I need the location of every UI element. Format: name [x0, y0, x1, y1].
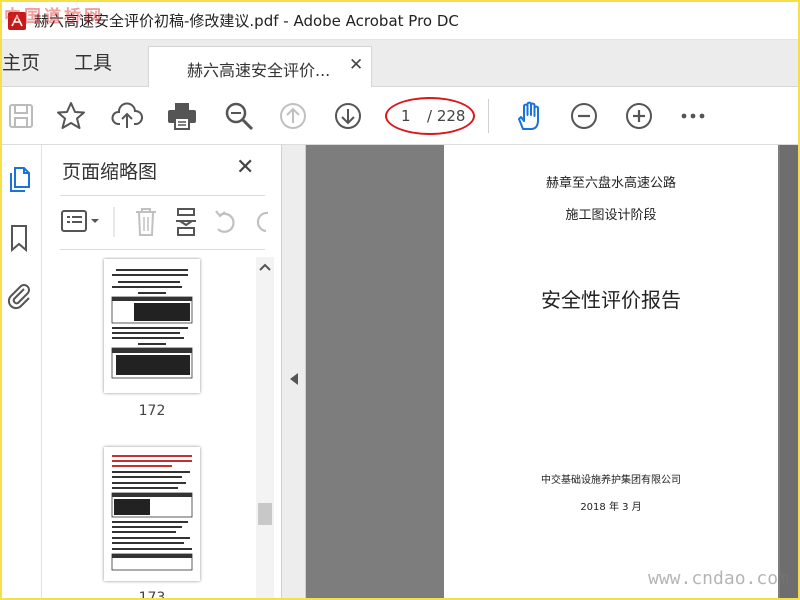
- app-window: 赫六高速安全评价初稿-修改建议.pdf - Adobe Acrobat Pro …: [2, 2, 798, 598]
- pdf-page: 赫章至六盘水高速公路 施工图设计阶段 安全性评价报告 中交基础设施养护集团有限公…: [444, 145, 778, 598]
- close-panel-icon[interactable]: ✕: [236, 155, 254, 180]
- zoom-search-icon[interactable]: [222, 99, 256, 133]
- zoom-in-icon[interactable]: [622, 99, 656, 133]
- panel-toolbar: [60, 203, 270, 241]
- panel-title: 页面缩略图: [62, 161, 158, 183]
- options-menu-icon[interactable]: [61, 210, 99, 232]
- page-number-input[interactable]: 1: [401, 107, 411, 125]
- page-thumbnails-icon[interactable]: [5, 165, 33, 195]
- watermark-bottom-right: www.cndao.com: [648, 568, 789, 589]
- zoom-out-icon[interactable]: [567, 99, 601, 133]
- tab-bar: 主页 工具 赫六高速安全评价... ✕: [2, 40, 798, 87]
- document-view[interactable]: 赫章至六盘水高速公路 施工图设计阶段 安全性评价报告 中交基础设施养护集团有限公…: [282, 145, 798, 598]
- tab-document[interactable]: 赫六高速安全评价... ✕: [148, 46, 372, 87]
- save-icon[interactable]: [4, 99, 38, 133]
- star-icon[interactable]: [54, 99, 88, 133]
- insert-page-icon[interactable]: [176, 208, 196, 236]
- collapse-arrow-icon[interactable]: [290, 373, 298, 385]
- delete-page-icon[interactable]: [136, 208, 156, 236]
- report-date: 2018 年 3 月: [580, 502, 642, 513]
- page-down-icon[interactable]: [331, 99, 365, 133]
- watermark-top-left: 中国道桥网: [4, 7, 104, 27]
- project-name: 赫章至六盘水高速公路: [545, 176, 676, 191]
- scroll-thumb[interactable]: [258, 503, 272, 525]
- rotate-right-icon[interactable]: [256, 211, 269, 233]
- toolbar-divider: [488, 99, 489, 133]
- thumbnails-panel: 页面缩略图 ✕ 172 173: [42, 145, 282, 598]
- tab-home[interactable]: 主页: [2, 40, 40, 86]
- organization-name: 中交基础设施养护集团有限公司: [541, 475, 681, 486]
- bookmark-icon[interactable]: [5, 223, 33, 253]
- design-stage: 施工图设计阶段: [565, 208, 657, 223]
- thumbnail-page-number: 173: [138, 590, 166, 598]
- panel-divider: [60, 195, 265, 196]
- thumbnail-page-number: 172: [138, 403, 166, 419]
- page-up-icon[interactable]: [276, 99, 310, 133]
- rotate-left-icon[interactable]: [215, 210, 235, 233]
- page-gutter: [780, 145, 798, 598]
- report-title: 安全性评价报告: [541, 288, 681, 312]
- toolbar: 1 / 228: [2, 87, 798, 145]
- scroll-up-icon[interactable]: [258, 261, 272, 273]
- more-icon[interactable]: [676, 99, 710, 133]
- collapse-panel-handle[interactable]: [282, 145, 306, 598]
- document-tab-label: 赫六高速安全评价...: [187, 61, 331, 80]
- print-icon[interactable]: [165, 99, 199, 133]
- left-rail: [2, 145, 42, 598]
- thumbnail-page-173[interactable]: [104, 447, 200, 581]
- attachment-icon[interactable]: [5, 280, 33, 310]
- panel-divider: [60, 249, 265, 250]
- thumbnail-page-172[interactable]: [104, 259, 200, 393]
- hand-icon[interactable]: [512, 99, 546, 133]
- cloud-upload-icon[interactable]: [110, 99, 144, 133]
- title-bar: 赫六高速安全评价初稿-修改建议.pdf - Adobe Acrobat Pro …: [2, 2, 798, 40]
- thumbnail-list: 172 173: [42, 257, 254, 598]
- page-total: / 228: [427, 107, 466, 125]
- tab-tools[interactable]: 工具: [74, 40, 112, 86]
- page-navigation[interactable]: 1 / 228: [385, 97, 475, 135]
- thumbnail-scrollbar[interactable]: [256, 257, 274, 598]
- close-tab-icon[interactable]: ✕: [349, 55, 363, 75]
